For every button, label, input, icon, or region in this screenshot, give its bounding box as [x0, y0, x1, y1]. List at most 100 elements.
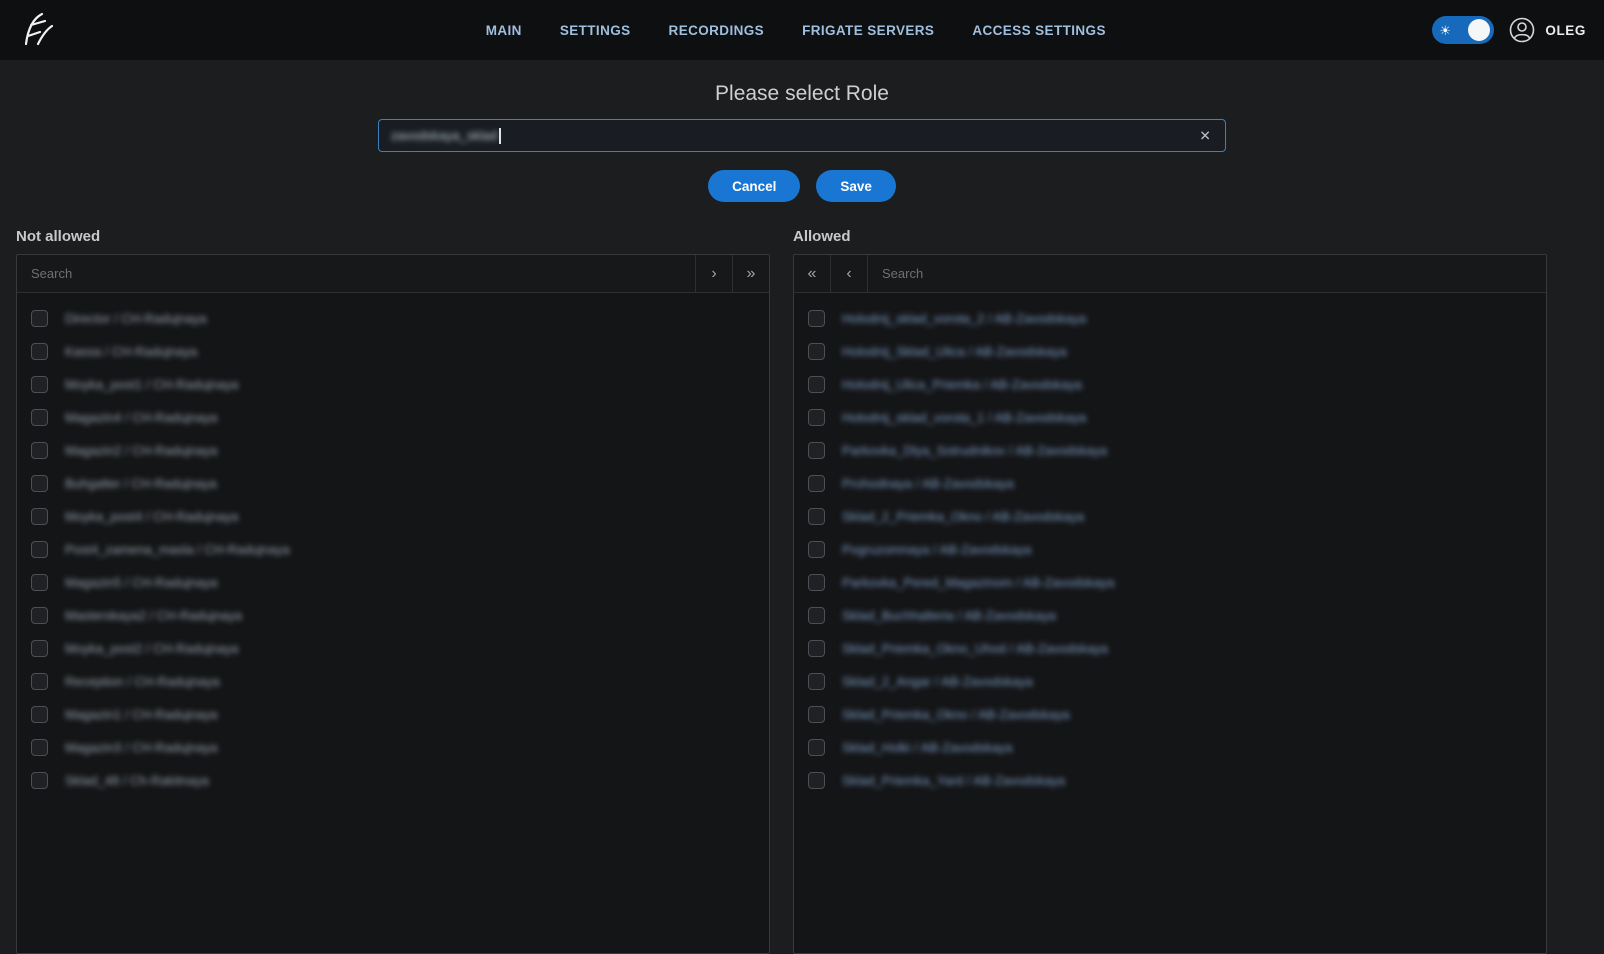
item-checkbox[interactable] [808, 409, 825, 426]
list-item[interactable]: Director / CH-Radujnaya [17, 302, 769, 335]
list-item[interactable]: Sklad_2_Priemka_Okno / AB-Zavodskaya [794, 500, 1546, 533]
list-item[interactable]: Prohodnaya / AB-Zavodskaya [794, 467, 1546, 500]
role-input[interactable]: zavodskaya_sklad ✕ [378, 119, 1226, 152]
item-label: Sklad_48 / Ch-Rakitnaya [65, 773, 209, 788]
list-item[interactable]: Holodnij_sklad_vorota_1 / AB-Zavodskaya [794, 401, 1546, 434]
allowed-list: Holodnij_sklad_vorota_2 / AB-Zavodskaya … [794, 293, 1546, 797]
list-item[interactable]: Holodnij_sklad_vorota_2 / AB-Zavodskaya [794, 302, 1546, 335]
item-checkbox[interactable] [31, 739, 48, 756]
list-item[interactable]: Magazin1 / CH-Radujnaya [17, 698, 769, 731]
list-item[interactable]: Magazin3 / CH-Radujnaya [17, 731, 769, 764]
list-item[interactable]: Sklad_48 / Ch-Rakitnaya [17, 764, 769, 797]
move-all-right-button[interactable]: » [732, 255, 769, 292]
allowed-search-input[interactable] [868, 255, 1546, 292]
item-checkbox[interactable] [808, 574, 825, 591]
item-checkbox[interactable] [808, 640, 825, 657]
list-item[interactable]: Sklad_Priemka_Yard / AB-Zavodskaya [794, 764, 1546, 797]
item-checkbox[interactable] [808, 607, 825, 624]
item-checkbox[interactable] [808, 739, 825, 756]
item-checkbox[interactable] [808, 376, 825, 393]
list-item[interactable]: Pogruzomnaya / AB-Zavodskaya [794, 533, 1546, 566]
item-checkbox[interactable] [808, 772, 825, 789]
top-navbar: MAIN SETTINGS RECORDINGS FRIGATE SERVERS… [0, 0, 1604, 60]
app-logo[interactable] [18, 9, 60, 51]
allowed-section: Allowed « ‹ Holodnij_sklad_vorota_2 / AB… [793, 228, 1547, 954]
item-checkbox[interactable] [31, 706, 48, 723]
nav-link[interactable]: ACCESS SETTINGS [972, 23, 1106, 38]
item-checkbox[interactable] [808, 475, 825, 492]
role-input-value: zavodskaya_sklad [391, 128, 497, 143]
item-label: Post4_zamena_masla / CH-Radujnaya [65, 542, 290, 557]
list-item[interactable]: Magazin5 / CH-Radujnaya [17, 566, 769, 599]
list-item[interactable]: Parkovka_Dlya_Sotrudnikov / AB-Zavodskay… [794, 434, 1546, 467]
item-checkbox[interactable] [31, 310, 48, 327]
theme-toggle[interactable]: ☀ [1432, 16, 1494, 44]
list-item[interactable]: Holodnij_Sklad_Ulica / AB-Zavodskaya [794, 335, 1546, 368]
list-item[interactable]: Parkovka_Pered_Magazinom / AB-Zavodskaya [794, 566, 1546, 599]
nav-link[interactable]: RECORDINGS [669, 23, 765, 38]
item-checkbox[interactable] [808, 706, 825, 723]
navbar-right: ☀ OLEG [1432, 16, 1586, 44]
nav-link[interactable]: MAIN [486, 23, 522, 38]
item-checkbox[interactable] [808, 508, 825, 525]
allowed-panel: « ‹ Holodnij_sklad_vorota_2 / AB-Zavodsk… [793, 254, 1547, 954]
item-checkbox[interactable] [808, 673, 825, 690]
list-item[interactable]: Buhgalter / CH-Radujnaya [17, 467, 769, 500]
nav-link[interactable]: SETTINGS [560, 23, 631, 38]
item-checkbox[interactable] [808, 343, 825, 360]
cancel-button[interactable]: Cancel [708, 170, 800, 202]
list-item[interactable]: Magazin2 / CH-Radujnaya [17, 434, 769, 467]
list-item[interactable]: Moyka_post2 / CH-Radujnaya [17, 632, 769, 665]
nav-link[interactable]: FRIGATE SERVERS [802, 23, 934, 38]
list-item[interactable]: Sklad_Holki / AB-Zavodskaya [794, 731, 1546, 764]
list-item[interactable]: Sklad_Buchhalteria / AB-Zavodskaya [794, 599, 1546, 632]
item-checkbox[interactable] [31, 376, 48, 393]
item-checkbox[interactable] [31, 574, 48, 591]
item-checkbox[interactable] [31, 673, 48, 690]
item-label: Magazin5 / CH-Radujnaya [65, 575, 217, 590]
item-checkbox[interactable] [31, 508, 48, 525]
list-item[interactable]: Reception / CH-Radujnaya [17, 665, 769, 698]
list-item[interactable]: Moyka_post1 / CH-Radujnaya [17, 368, 769, 401]
item-label: Holodnij_sklad_vorota_1 / AB-Zavodskaya [842, 410, 1086, 425]
item-checkbox[interactable] [31, 607, 48, 624]
item-checkbox[interactable] [808, 442, 825, 459]
item-label: Moyka_post2 / CH-Radujnaya [65, 641, 238, 656]
move-right-button[interactable]: › [695, 255, 732, 292]
clear-input-icon[interactable]: ✕ [1195, 125, 1215, 146]
item-label: Moyka_post4 / CH-Radujnaya [65, 509, 238, 524]
list-item[interactable]: Sklad_Priemka_Okno_Uhod / AB-Zavodskaya [794, 632, 1546, 665]
list-item[interactable]: Masterskaya2 / CH-Radujnaya [17, 599, 769, 632]
allowed-header: « ‹ [794, 255, 1546, 293]
item-label: Sklad_Buchhalteria / AB-Zavodskaya [842, 608, 1056, 623]
item-label: Magazin4 / CH-Radujnaya [65, 410, 217, 425]
list-item[interactable]: Moyka_post4 / CH-Radujnaya [17, 500, 769, 533]
item-checkbox[interactable] [808, 310, 825, 327]
not-allowed-search-input[interactable] [17, 255, 695, 292]
item-checkbox[interactable] [31, 640, 48, 657]
move-left-button[interactable]: ‹ [831, 255, 868, 292]
item-checkbox[interactable] [31, 541, 48, 558]
item-label: Parkovka_Dlya_Sotrudnikov / AB-Zavodskay… [842, 443, 1107, 458]
item-label: Holodnij_Sklad_Ulica / AB-Zavodskaya [842, 344, 1067, 359]
user-menu[interactable]: OLEG [1509, 17, 1586, 43]
move-all-left-button[interactable]: « [794, 255, 831, 292]
item-checkbox[interactable] [31, 772, 48, 789]
save-button[interactable]: Save [816, 170, 896, 202]
item-checkbox[interactable] [808, 541, 825, 558]
list-item[interactable]: Holodnij_Ulica_Priemka / AB-Zavodskaya [794, 368, 1546, 401]
item-checkbox[interactable] [31, 409, 48, 426]
list-item[interactable]: Kassa / CH-Radujnaya [17, 335, 769, 368]
list-item[interactable]: Magazin4 / CH-Radujnaya [17, 401, 769, 434]
page-title: Please select Role [0, 82, 1604, 106]
item-label: Holodnij_Ulica_Priemka / AB-Zavodskaya [842, 377, 1082, 392]
item-checkbox[interactable] [31, 442, 48, 459]
item-label: Magazin1 / CH-Radujnaya [65, 707, 217, 722]
list-item[interactable]: Sklad_Priemka_Okno / AB-Zavodskaya [794, 698, 1546, 731]
list-item[interactable]: Sklad_2_Angar / AB-Zavodskaya [794, 665, 1546, 698]
item-label: Buhgalter / CH-Radujnaya [65, 476, 217, 491]
item-label: Reception / CH-Radujnaya [65, 674, 220, 689]
item-checkbox[interactable] [31, 343, 48, 360]
list-item[interactable]: Post4_zamena_masla / CH-Radujnaya [17, 533, 769, 566]
item-checkbox[interactable] [31, 475, 48, 492]
